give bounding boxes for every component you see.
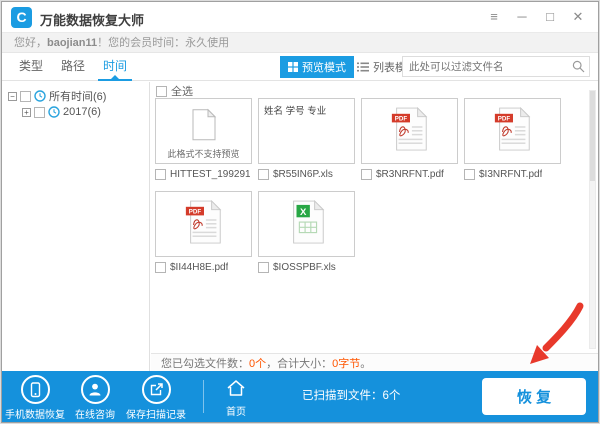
app-window: C 万能数据恢复大师 ≡ ─ □ ✕ 您好，baojian11！您的会员时间：永… (1, 1, 599, 423)
file-checkbox[interactable] (258, 261, 269, 273)
file-tile[interactable]: 姓名 学号 专业 $R55IN6P.xls (258, 98, 355, 181)
file-checkbox[interactable] (464, 168, 475, 180)
maximize-icon[interactable]: □ (536, 2, 564, 32)
selected-count: 0个 (249, 358, 267, 370)
save-scan-record-label: 保存扫描记录 (126, 410, 186, 421)
window-controls: ≡ ─ □ ✕ (480, 2, 592, 32)
home-icon (227, 380, 245, 396)
text-preview: 姓名 学号 专业 (264, 106, 327, 117)
minimize-icon[interactable]: ─ (508, 2, 536, 32)
bottom-bar-divider (203, 380, 204, 413)
save-scan-record-button[interactable]: 保存扫描记录 (124, 375, 188, 421)
file-grid: 此格式不支持预览 HITTEST_19929100... 姓名 学号 专业 $R… (155, 98, 573, 284)
person-icon (89, 383, 101, 396)
excel-file-icon: X (292, 199, 324, 244)
file-name: $R55IN6P.xls (273, 168, 333, 180)
username: baojian11 (47, 37, 98, 49)
select-all[interactable]: 全选 (156, 83, 193, 99)
tree-item-label: 所有时间(6) (49, 91, 107, 103)
welcome-suffix: ！您的会员时间：永久使用 (97, 37, 230, 49)
file-thumbnail[interactable]: PDF (155, 191, 252, 257)
status-mid: ，合计大小： (266, 358, 333, 370)
app-logo-icon: C (11, 7, 32, 28)
welcome-bar: 您好，baojian11！您的会员时间：永久使用 (2, 32, 598, 53)
file-name: $IOSSPBF.xls (273, 261, 336, 273)
search-icon[interactable] (572, 60, 585, 73)
online-support-button[interactable]: 在线咨询 (66, 375, 124, 421)
no-preview-caption: 此格式不支持预览 (167, 149, 240, 159)
phone-icon (30, 381, 40, 397)
pdf-file-icon: PDF (391, 106, 427, 151)
toolbar: 类型 路径 时间 预览模式 列表模式 (2, 53, 598, 81)
file-checkbox[interactable] (155, 261, 166, 273)
file-area: 全选 此格式不支持预览 HITTEST_19929100... 姓名 学号 专业 (151, 82, 598, 351)
phone-recovery-button[interactable]: 手机数据恢复 (4, 375, 66, 421)
tab-time[interactable]: 时间 (98, 57, 133, 81)
svg-text:PDF: PDF (188, 208, 201, 215)
time-tree-panel: − 所有时间(6) + 2017(6) (2, 82, 150, 371)
file-checkbox[interactable] (155, 168, 166, 180)
svg-text:X: X (300, 207, 307, 218)
welcome-greeting: 您好， (14, 37, 47, 49)
file-name: HITTEST_19929100... (170, 168, 250, 180)
title-bar: C 万能数据恢复大师 ≡ ─ □ ✕ (2, 2, 598, 32)
online-support-label: 在线咨询 (75, 410, 115, 421)
preview-mode-label: 预览模式 (302, 62, 346, 74)
pdf-file-icon: PDF (494, 106, 530, 151)
file-thumbnail[interactable]: 此格式不支持预览 (155, 98, 252, 164)
search-input[interactable] (409, 57, 569, 76)
file-tile[interactable]: PDF $I3NRFNT.pdf (464, 98, 561, 181)
menu-icon[interactable]: ≡ (480, 2, 508, 32)
tree-checkbox[interactable] (34, 106, 45, 118)
export-icon (150, 383, 163, 396)
file-thumbnail[interactable]: PDF (464, 98, 561, 164)
file-checkbox[interactable] (258, 168, 269, 180)
file-name: $II44H8E.pdf (170, 261, 229, 273)
tree-item-label: 2017(6) (63, 106, 101, 118)
selected-size: 0字节 (332, 358, 361, 370)
blank-file-icon (192, 108, 216, 141)
file-tile[interactable]: 此格式不支持预览 HITTEST_19929100... (155, 98, 252, 181)
recover-button[interactable]: 恢 复 (482, 378, 586, 415)
close-icon[interactable]: ✕ (564, 2, 592, 32)
file-checkbox[interactable] (361, 168, 372, 180)
pdf-file-icon: PDF (185, 199, 221, 244)
status-prefix: 您已勾选文件数： (161, 358, 249, 370)
expand-icon[interactable]: + (22, 107, 31, 117)
collapse-icon[interactable]: − (8, 91, 17, 101)
tab-path[interactable]: 路径 (61, 57, 85, 74)
tree-item-2017[interactable]: + 2017(6) (22, 106, 101, 118)
home-button[interactable]: 首页 (214, 379, 258, 418)
bottom-action-bar: 手机数据恢复 在线咨询 保存扫描记录 首页 已扫描到文件：6个 恢 复 (2, 371, 598, 422)
list-icon (357, 62, 369, 72)
svg-text:PDF: PDF (497, 115, 510, 122)
tree-checkbox[interactable] (20, 90, 31, 102)
file-thumbnail[interactable]: X (258, 191, 355, 257)
scrollbar-thumb[interactable] (590, 91, 595, 181)
select-all-checkbox[interactable] (156, 85, 167, 97)
file-thumbnail[interactable]: PDF (361, 98, 458, 164)
status-end: 。 (360, 358, 372, 370)
svg-text:PDF: PDF (394, 115, 407, 122)
preview-mode-button[interactable]: 预览模式 (280, 56, 354, 78)
file-name: $I3NRFNT.pdf (479, 168, 543, 180)
tree-item-all-time[interactable]: − 所有时间(6) (8, 88, 106, 104)
file-tile[interactable]: PDF $II44H8E.pdf (155, 191, 252, 274)
clock-icon (34, 90, 46, 102)
clock-icon (48, 106, 60, 118)
app-title: 万能数据恢复大师 (40, 13, 145, 28)
file-tile[interactable]: PDF $R3NRFNT.pdf (361, 98, 458, 181)
vertical-scrollbar[interactable] (589, 90, 596, 349)
selection-status-bar: 您已勾选文件数：0个，合计大小：0字节。 (151, 353, 598, 373)
grid-icon (288, 62, 298, 72)
tab-type[interactable]: 类型 (19, 57, 43, 74)
file-tile[interactable]: X $IOSSPBF.xls (258, 191, 355, 274)
file-thumbnail[interactable]: 姓名 学号 专业 (258, 98, 355, 164)
scanned-count: 已扫描到文件：6个 (302, 390, 401, 402)
phone-recovery-label: 手机数据恢复 (5, 410, 65, 421)
home-label: 首页 (226, 407, 246, 418)
search-box (402, 56, 590, 77)
file-name: $R3NRFNT.pdf (376, 168, 444, 180)
select-all-label: 全选 (171, 86, 193, 98)
